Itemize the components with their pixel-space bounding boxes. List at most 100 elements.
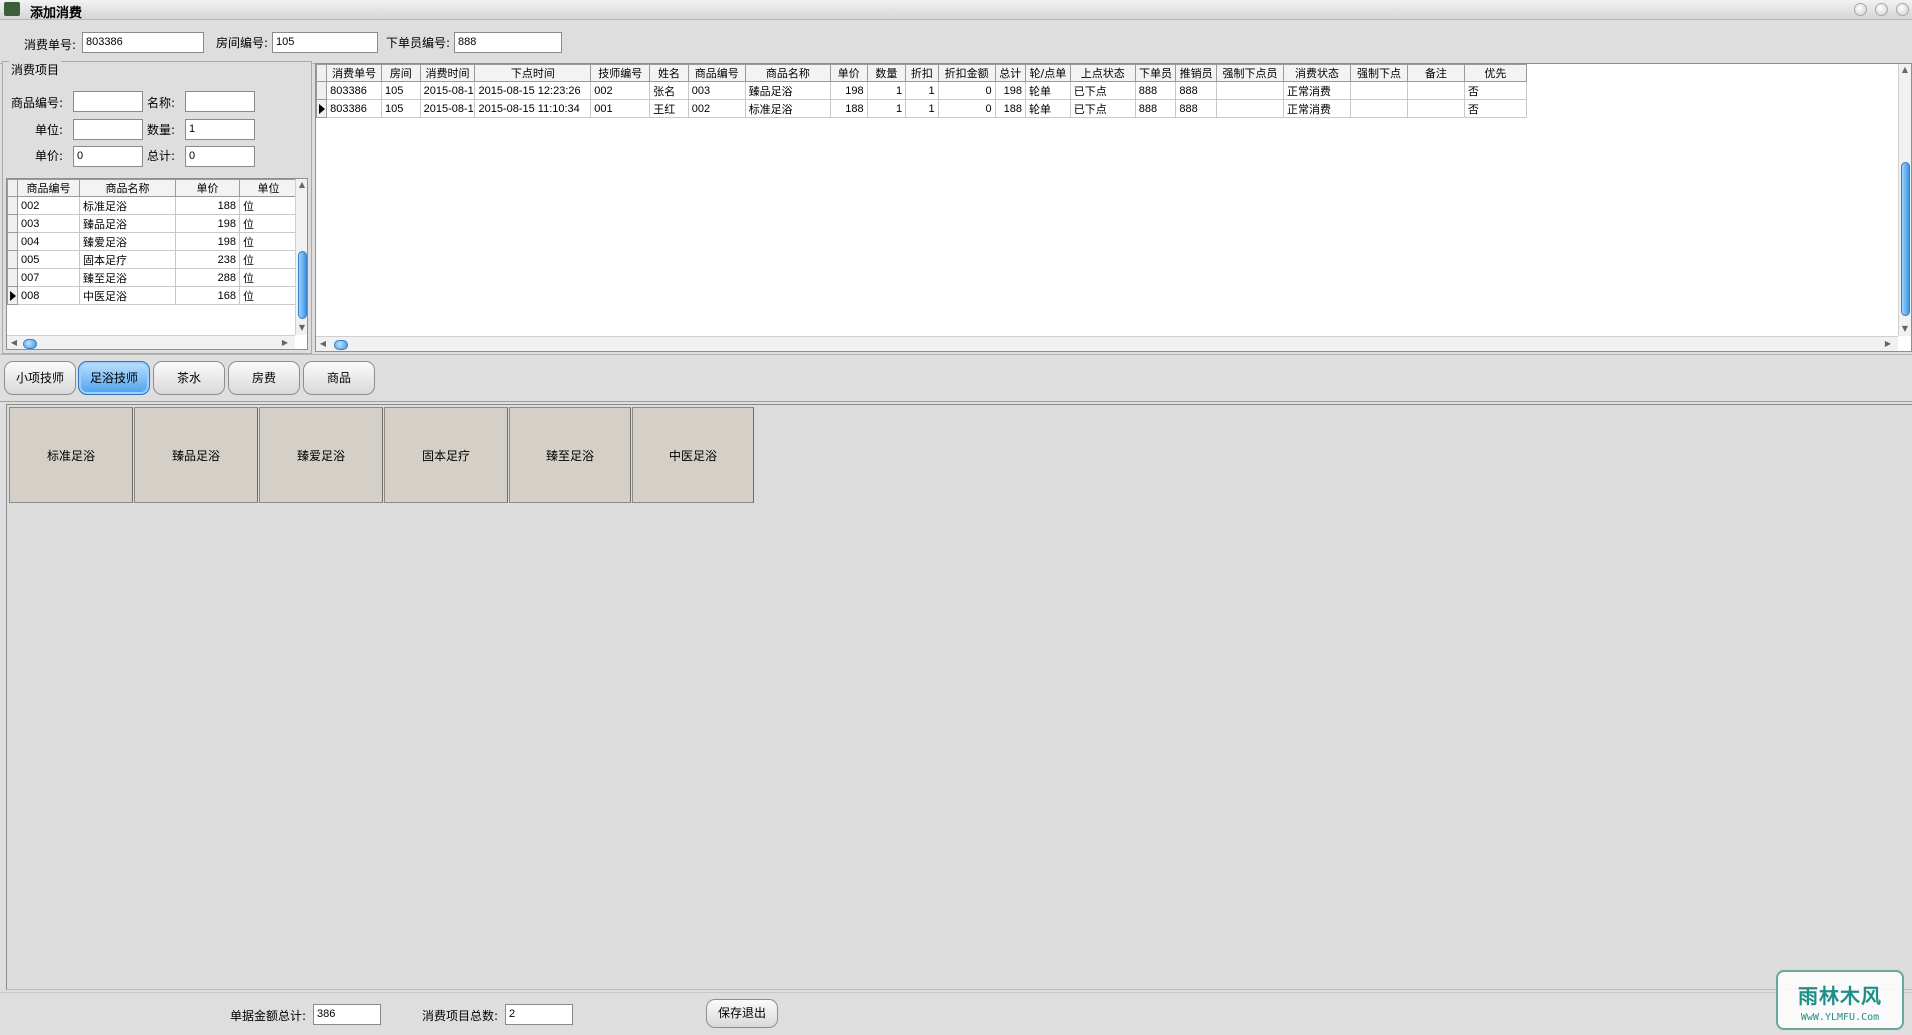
tab-foot-tech[interactable]: 足浴技师 [78, 361, 150, 395]
scroll-thumb[interactable] [23, 339, 37, 349]
column-header[interactable]: 商品编号 [17, 179, 80, 197]
column-header[interactable]: 数量 [866, 64, 907, 82]
column-header[interactable]: 技师编号 [590, 64, 651, 82]
row-indicator[interactable] [7, 232, 18, 251]
row-indicator[interactable] [7, 196, 18, 215]
item-button-premium-footbath[interactable]: 臻品足浴 [134, 407, 258, 503]
column-header[interactable]: 上点状态 [1069, 64, 1136, 82]
column-header[interactable]: 商品编号 [687, 64, 746, 82]
tab-minor-tech[interactable]: 小项技师 [4, 361, 76, 395]
column-header[interactable]: 房间 [381, 64, 421, 82]
tab-room-fee[interactable]: 房费 [228, 361, 300, 395]
unit-field[interactable] [73, 119, 143, 140]
name-field[interactable] [185, 91, 255, 112]
total-cell: 198 [994, 81, 1027, 100]
scroll-right-icon[interactable]: ▶ [1882, 339, 1894, 349]
order-detail-grid[interactable]: 消费单号 房间 消费时间 下点时间 技师编号 姓名 商品编号 商品名称 单价 数… [315, 63, 1912, 352]
table-row[interactable]: 803386 105 2015-08-1 2015-08-15 12:23:26… [316, 81, 1528, 100]
column-header[interactable]: 总计 [994, 64, 1027, 82]
column-header[interactable]: 消费单号 [326, 64, 383, 82]
column-header[interactable]: 单位 [239, 179, 298, 197]
scroll-thumb[interactable] [334, 340, 348, 350]
consume-time-cell: 2015-08-1 [419, 99, 476, 118]
row-indicator[interactable] [7, 286, 18, 305]
save-exit-button[interactable]: 保存退出 [706, 999, 778, 1028]
minimize-icon[interactable] [1854, 3, 1867, 16]
column-header[interactable]: 强制下点 [1350, 64, 1408, 82]
product-code-field[interactable] [73, 91, 143, 112]
maximize-icon[interactable] [1875, 3, 1888, 16]
product-code-cell: 007 [17, 268, 80, 287]
item-count-label: 消费项目总数: [422, 1009, 499, 1023]
table-row[interactable]: 008 中医足浴 168 位 [7, 286, 298, 305]
amount-total-field[interactable]: 386 [313, 1004, 381, 1025]
product-grid[interactable]: 商品编号 商品名称 单价 单位 002 标准足浴 188 位 003 臻品足浴 198 位 … [6, 178, 308, 350]
order-vertical-scrollbar[interactable]: ▲ ▼ [1898, 64, 1911, 336]
total-field[interactable]: 0 [185, 146, 255, 167]
order-no-label: 消费单号: [24, 38, 77, 52]
column-header[interactable]: 强制下点员 [1215, 64, 1285, 82]
staff-no-field[interactable]: 888 [454, 32, 562, 53]
item-button-guben-foot[interactable]: 固本足疗 [384, 407, 508, 503]
scroll-thumb[interactable] [1901, 162, 1910, 316]
scroll-left-icon[interactable]: ◀ [8, 338, 20, 348]
scroll-left-icon[interactable]: ◀ [317, 339, 329, 349]
tab-tea[interactable]: 茶水 [153, 361, 225, 395]
row-indicator[interactable] [7, 268, 18, 287]
tab-goods[interactable]: 商品 [303, 361, 375, 395]
item-button-supreme-footbath[interactable]: 臻至足浴 [509, 407, 631, 503]
product-vertical-scrollbar[interactable]: ▲ ▼ [295, 179, 307, 335]
column-header[interactable]: 单价 [830, 64, 868, 82]
column-header[interactable]: 推销员 [1175, 64, 1217, 82]
price-field[interactable]: 0 [73, 146, 143, 167]
column-header[interactable]: 折扣 [905, 64, 939, 82]
scroll-down-icon[interactable]: ▼ [296, 323, 307, 333]
order-no-cell: 803386 [326, 81, 383, 100]
order-type-cell: 轮单 [1025, 81, 1071, 100]
staff-cell: 888 [1134, 99, 1177, 118]
room-no-field[interactable]: 105 [272, 32, 378, 53]
column-header[interactable]: 优先 [1463, 64, 1528, 82]
product-name-cell: 臻爱足浴 [79, 232, 176, 251]
product-horizontal-scrollbar[interactable]: ◀ ▶ [7, 335, 295, 349]
qty-field[interactable]: 1 [185, 119, 255, 140]
product-code-cell: 003 [17, 214, 80, 233]
column-header[interactable]: 下单员 [1134, 64, 1177, 82]
table-row[interactable]: 003 臻品足浴 198 位 [7, 214, 298, 233]
row-indicator[interactable] [316, 99, 328, 118]
column-header[interactable]: 消费时间 [419, 64, 476, 82]
order-no-field[interactable]: 803386 [82, 32, 204, 53]
item-button-love-footbath[interactable]: 臻爱足浴 [259, 407, 383, 503]
close-icon[interactable] [1896, 3, 1909, 16]
order-horizontal-scrollbar[interactable]: ◀ ▶ [316, 336, 1898, 351]
scroll-right-icon[interactable]: ▶ [279, 338, 291, 348]
column-header[interactable]: 折扣金额 [937, 64, 996, 82]
force-staff-cell [1215, 81, 1285, 100]
scroll-up-icon[interactable]: ▲ [296, 180, 307, 190]
table-row[interactable]: 007 臻至足浴 288 位 [7, 268, 298, 287]
row-indicator[interactable] [316, 81, 328, 100]
scroll-down-icon[interactable]: ▼ [1899, 324, 1911, 334]
column-header[interactable]: 商品名称 [744, 64, 832, 82]
column-header[interactable]: 备注 [1406, 64, 1465, 82]
item-button-tcm-footbath[interactable]: 中医足浴 [632, 407, 754, 503]
column-header[interactable]: 商品名称 [79, 179, 176, 197]
table-row[interactable]: 002 标准足浴 188 位 [7, 196, 298, 215]
column-header[interactable]: 姓名 [649, 64, 689, 82]
table-row[interactable]: 004 臻爱足浴 198 位 [7, 232, 298, 251]
column-header[interactable]: 消费状态 [1283, 64, 1352, 82]
column-header[interactable]: 下点时间 [474, 64, 592, 82]
category-tabbar: 小项技师 足浴技师 茶水 房费 商品 [0, 354, 1912, 402]
item-button-standard-footbath[interactable]: 标准足浴 [9, 407, 133, 503]
table-row[interactable]: 803386 105 2015-08-1 2015-08-15 11:10:34… [316, 99, 1528, 118]
row-indicator[interactable] [7, 214, 18, 233]
column-header[interactable]: 轮/点单 [1025, 64, 1071, 82]
scroll-up-icon[interactable]: ▲ [1899, 65, 1911, 75]
column-header[interactable]: 单价 [175, 179, 240, 197]
room-no-label: 房间编号: [216, 36, 269, 50]
product-table: 商品编号 商品名称 单价 单位 002 标准足浴 188 位 003 臻品足浴 198 位 … [7, 179, 298, 305]
row-indicator[interactable] [7, 250, 18, 269]
scroll-thumb[interactable] [298, 251, 307, 319]
table-row[interactable]: 005 固本足疗 238 位 [7, 250, 298, 269]
item-count-field[interactable]: 2 [505, 1004, 573, 1025]
